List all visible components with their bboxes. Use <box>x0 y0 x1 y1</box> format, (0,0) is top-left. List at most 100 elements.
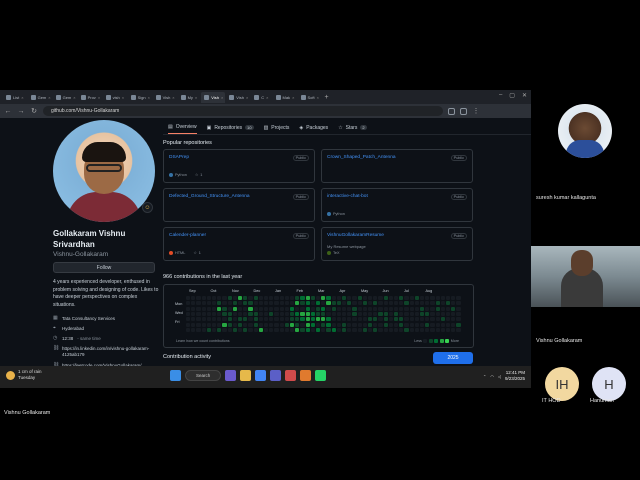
contribution-cell[interactable] <box>326 296 331 301</box>
contribution-cell[interactable] <box>305 296 310 301</box>
tab-close-icon[interactable]: × <box>292 95 294 100</box>
contribution-cell[interactable] <box>326 311 331 317</box>
speaker-icon[interactable]: ◁ <box>498 374 501 379</box>
contribution-cell[interactable] <box>295 306 300 311</box>
contribution-cell[interactable] <box>212 301 217 306</box>
contribution-cell[interactable] <box>430 322 435 327</box>
contribution-cell[interactable] <box>388 306 393 311</box>
contribution-cell[interactable] <box>248 301 253 306</box>
contribution-cell[interactable] <box>409 317 414 322</box>
contribution-cell[interactable] <box>253 301 258 306</box>
contribution-cell[interactable] <box>300 301 305 306</box>
contribution-cell[interactable] <box>378 327 383 332</box>
contribution-cell[interactable] <box>300 327 305 332</box>
tab-close-icon[interactable]: × <box>98 95 100 100</box>
contribution-cell[interactable] <box>253 317 258 322</box>
contribution-cell[interactable] <box>336 301 341 306</box>
contribution-cell[interactable] <box>399 306 404 311</box>
contribution-cell[interactable] <box>258 311 263 317</box>
contribution-cell[interactable] <box>232 306 237 311</box>
contribution-cell[interactable] <box>305 317 310 322</box>
contribution-cell[interactable] <box>284 296 289 301</box>
contribution-cell[interactable] <box>279 301 284 306</box>
contribution-cell[interactable] <box>248 296 253 301</box>
contribution-cell[interactable] <box>420 311 425 317</box>
contribution-cell[interactable] <box>399 322 404 327</box>
tab-packages[interactable]: ◈ Packages <box>299 124 328 134</box>
contribution-cell[interactable] <box>206 322 211 327</box>
contribution-cell[interactable] <box>440 322 445 327</box>
contribution-cell[interactable] <box>383 296 388 301</box>
linkedin-link[interactable]: https://in.linkedin.com/in/vishnu-gollak… <box>62 346 163 358</box>
contribution-cell[interactable] <box>300 296 305 301</box>
contribution-cell[interactable] <box>388 317 393 322</box>
chevron-up-icon[interactable]: ⌃ <box>483 374 486 379</box>
contribution-cell[interactable] <box>352 322 357 327</box>
contribution-cell[interactable] <box>440 311 445 317</box>
contribution-cell[interactable] <box>248 322 253 327</box>
contribution-cell[interactable] <box>388 322 393 327</box>
contribution-cell[interactable] <box>352 296 357 301</box>
contribution-cell[interactable] <box>409 306 414 311</box>
contribution-cell[interactable] <box>414 296 419 301</box>
contribution-cell[interactable] <box>373 306 378 311</box>
contribution-cell[interactable] <box>373 301 378 306</box>
contribution-cell[interactable] <box>227 327 232 332</box>
taskbar-search[interactable]: Search <box>185 370 221 381</box>
contribution-cell[interactable] <box>456 306 461 311</box>
browser-tab[interactable]: Mak × <box>273 92 297 103</box>
contribution-cell[interactable] <box>222 301 227 306</box>
contribution-cell[interactable] <box>196 296 201 301</box>
tab-close-icon[interactable]: × <box>73 95 75 100</box>
contribution-cell[interactable] <box>388 327 393 332</box>
repo-name-link[interactable]: VishnuGollakaramResume <box>327 233 384 238</box>
contribution-cell[interactable] <box>258 301 263 306</box>
tab-repositories[interactable]: ▣ Repositories 10 <box>207 124 254 134</box>
contribution-cell[interactable] <box>305 327 310 332</box>
tab-close-icon[interactable]: × <box>48 95 50 100</box>
contribution-cell[interactable] <box>222 296 227 301</box>
contribution-cell[interactable] <box>446 311 451 317</box>
contribution-cell[interactable] <box>378 311 383 317</box>
contribution-cell[interactable] <box>451 317 456 322</box>
new-tab-button[interactable]: + <box>325 94 329 101</box>
contribution-cell[interactable] <box>326 301 331 306</box>
contribution-cell[interactable] <box>212 322 217 327</box>
contribution-cell[interactable] <box>430 301 435 306</box>
contribution-cell[interactable] <box>191 322 196 327</box>
contribution-cell[interactable] <box>258 317 263 322</box>
contribution-cell[interactable] <box>316 317 321 322</box>
teams-icon[interactable] <box>270 370 281 381</box>
contribution-cell[interactable] <box>191 296 196 301</box>
contribution-cell[interactable] <box>435 327 440 332</box>
contribution-cell[interactable] <box>274 317 279 322</box>
contribution-cell[interactable] <box>383 322 388 327</box>
contribution-cell[interactable] <box>456 317 461 322</box>
contribution-cell[interactable] <box>227 317 232 322</box>
browser-tab[interactable]: My × <box>178 92 201 103</box>
weather-widget[interactable]: 1 cm of rain Tuesday <box>6 369 42 381</box>
browser-tab[interactable]: C × <box>251 92 271 103</box>
contribution-cell[interactable] <box>222 317 227 322</box>
contribution-cell[interactable] <box>331 296 336 301</box>
contribution-cell[interactable] <box>295 301 300 306</box>
tab-close-icon[interactable]: × <box>266 95 268 100</box>
contribution-cell[interactable] <box>196 317 201 322</box>
contribution-cell[interactable] <box>331 322 336 327</box>
contribution-cell[interactable] <box>383 311 388 317</box>
contribution-cell[interactable] <box>279 311 284 317</box>
contribution-cell[interactable] <box>243 322 248 327</box>
forward-icon[interactable]: → <box>17 108 25 115</box>
contribution-cell[interactable] <box>357 322 362 327</box>
contribution-cell[interactable] <box>435 317 440 322</box>
contribution-cell[interactable] <box>394 301 399 306</box>
contribution-cell[interactable] <box>378 322 383 327</box>
browser-tab[interactable]: Gem × <box>28 92 52 103</box>
contribution-cell[interactable] <box>284 322 289 327</box>
contribution-cell[interactable] <box>222 311 227 317</box>
contribution-cell[interactable] <box>394 327 399 332</box>
contribution-cell[interactable] <box>404 327 409 332</box>
contribution-cell[interactable] <box>420 317 425 322</box>
contribution-cell[interactable] <box>347 317 352 322</box>
contribution-cell[interactable] <box>373 311 378 317</box>
